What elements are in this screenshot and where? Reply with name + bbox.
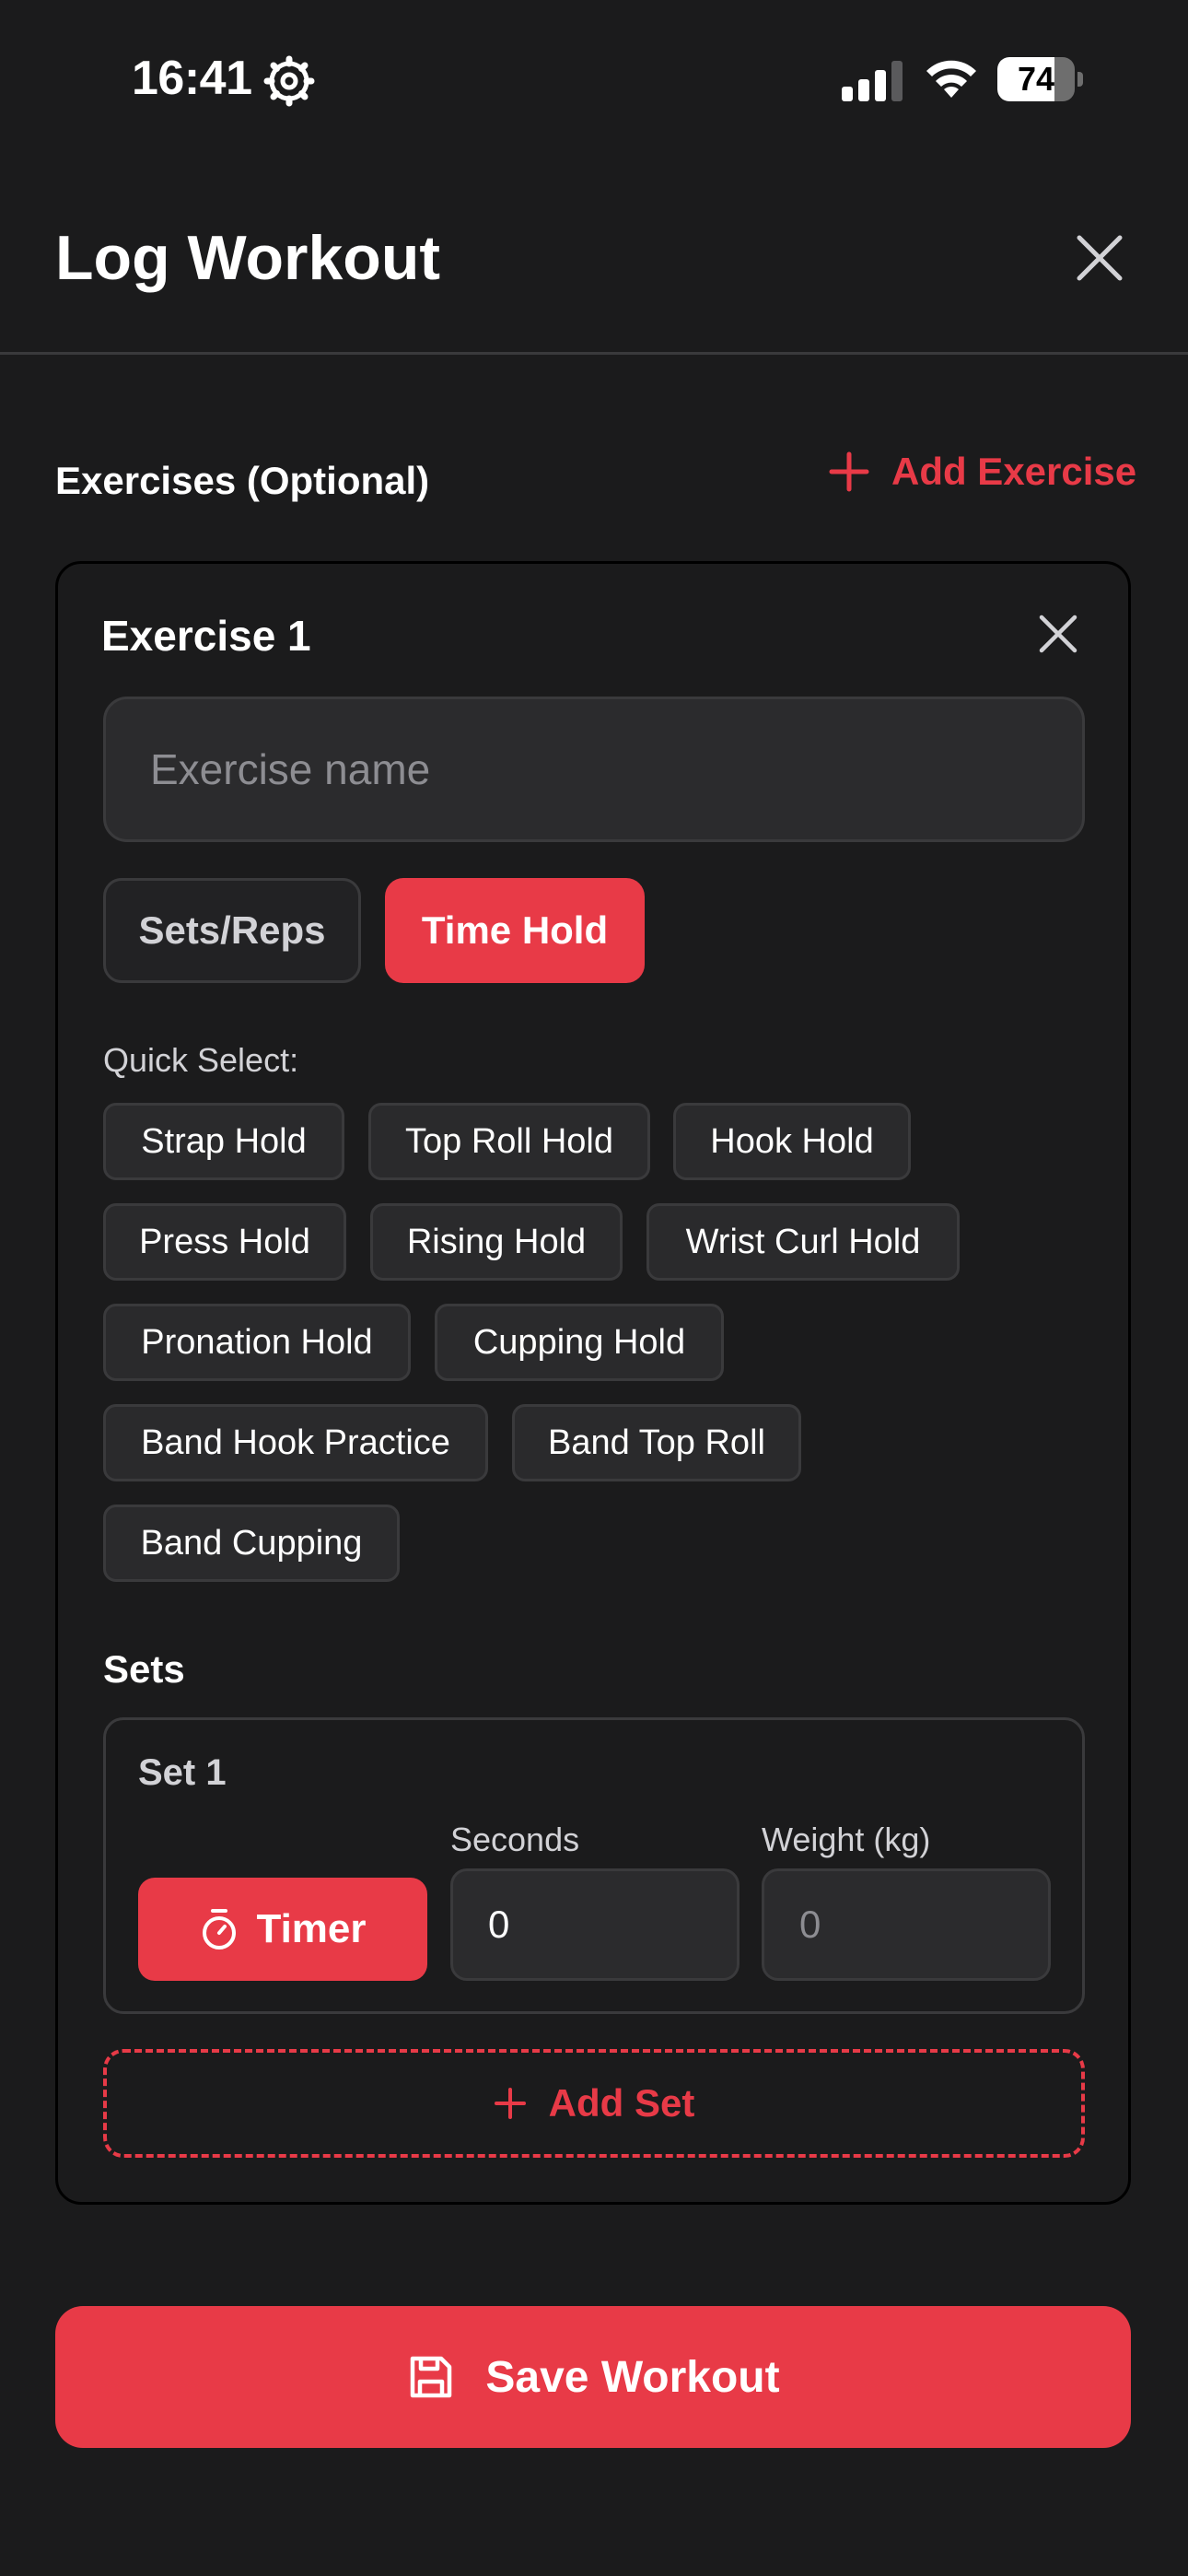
weight-label: Weight (kg) (762, 1821, 931, 1858)
close-icon[interactable] (1076, 234, 1124, 282)
save-icon (411, 2356, 452, 2398)
timer-label: Timer (256, 1906, 367, 1951)
timer-button[interactable]: Timer (138, 1878, 427, 1981)
quick-select-label: Quick Select: (103, 1041, 299, 1079)
quick-select-chip[interactable]: Press Hold (103, 1203, 346, 1281)
mode-time-hold-button[interactable]: Time Hold (385, 878, 645, 983)
battery-icon: 74 (997, 57, 1083, 101)
add-exercise-button[interactable]: Add Exercise (829, 444, 1136, 499)
exercise-name-input[interactable] (103, 697, 1085, 842)
add-set-label: Add Set (548, 2081, 695, 2125)
cellular-signal-icon (842, 61, 903, 101)
quick-select-chip[interactable]: Strap Hold (103, 1103, 344, 1180)
plus-icon (829, 451, 869, 492)
header-divider (0, 352, 1188, 355)
remove-exercise-icon[interactable] (1039, 615, 1077, 653)
add-set-button[interactable]: Add Set (103, 2049, 1085, 2158)
seconds-input[interactable] (450, 1868, 740, 1981)
quick-select-chip[interactable]: Band Top Roll (512, 1404, 801, 1481)
quick-select-chip[interactable]: Band Cupping (103, 1505, 400, 1582)
page-title: Log Workout (55, 223, 440, 293)
plus-icon (494, 2088, 526, 2119)
quick-select-chip[interactable]: Band Hook Practice (103, 1404, 488, 1481)
quick-select-chip[interactable]: Top Roll Hold (368, 1103, 650, 1180)
add-exercise-label: Add Exercise (891, 450, 1137, 493)
sets-label: Sets (103, 1647, 185, 1691)
seconds-label: Seconds (450, 1821, 580, 1858)
exercises-section-label: Exercises (Optional) (55, 459, 430, 502)
quick-select-chip[interactable]: Hook Hold (673, 1103, 911, 1180)
status-time: 16:41 (132, 52, 252, 105)
save-workout-label: Save Workout (485, 2352, 780, 2402)
set-title: Set 1 (138, 1752, 227, 1793)
status-bar: 16:41 74 (0, 0, 1188, 157)
stopwatch-icon (203, 1909, 237, 1950)
gear-icon (263, 55, 315, 107)
save-workout-button[interactable]: Save Workout (55, 2306, 1131, 2448)
battery-percent: 74 (1017, 60, 1055, 98)
quick-select-chip[interactable]: Pronation Hold (103, 1304, 411, 1381)
wifi-icon (926, 60, 976, 98)
exercise-card-title: Exercise 1 (101, 612, 311, 660)
quick-select-chip[interactable]: Cupping Hold (435, 1304, 724, 1381)
weight-input[interactable] (762, 1868, 1051, 1981)
quick-select-chip[interactable]: Rising Hold (370, 1203, 623, 1281)
mode-sets-reps-button[interactable]: Sets/Reps (103, 878, 361, 983)
quick-select-chip[interactable]: Wrist Curl Hold (646, 1203, 960, 1281)
